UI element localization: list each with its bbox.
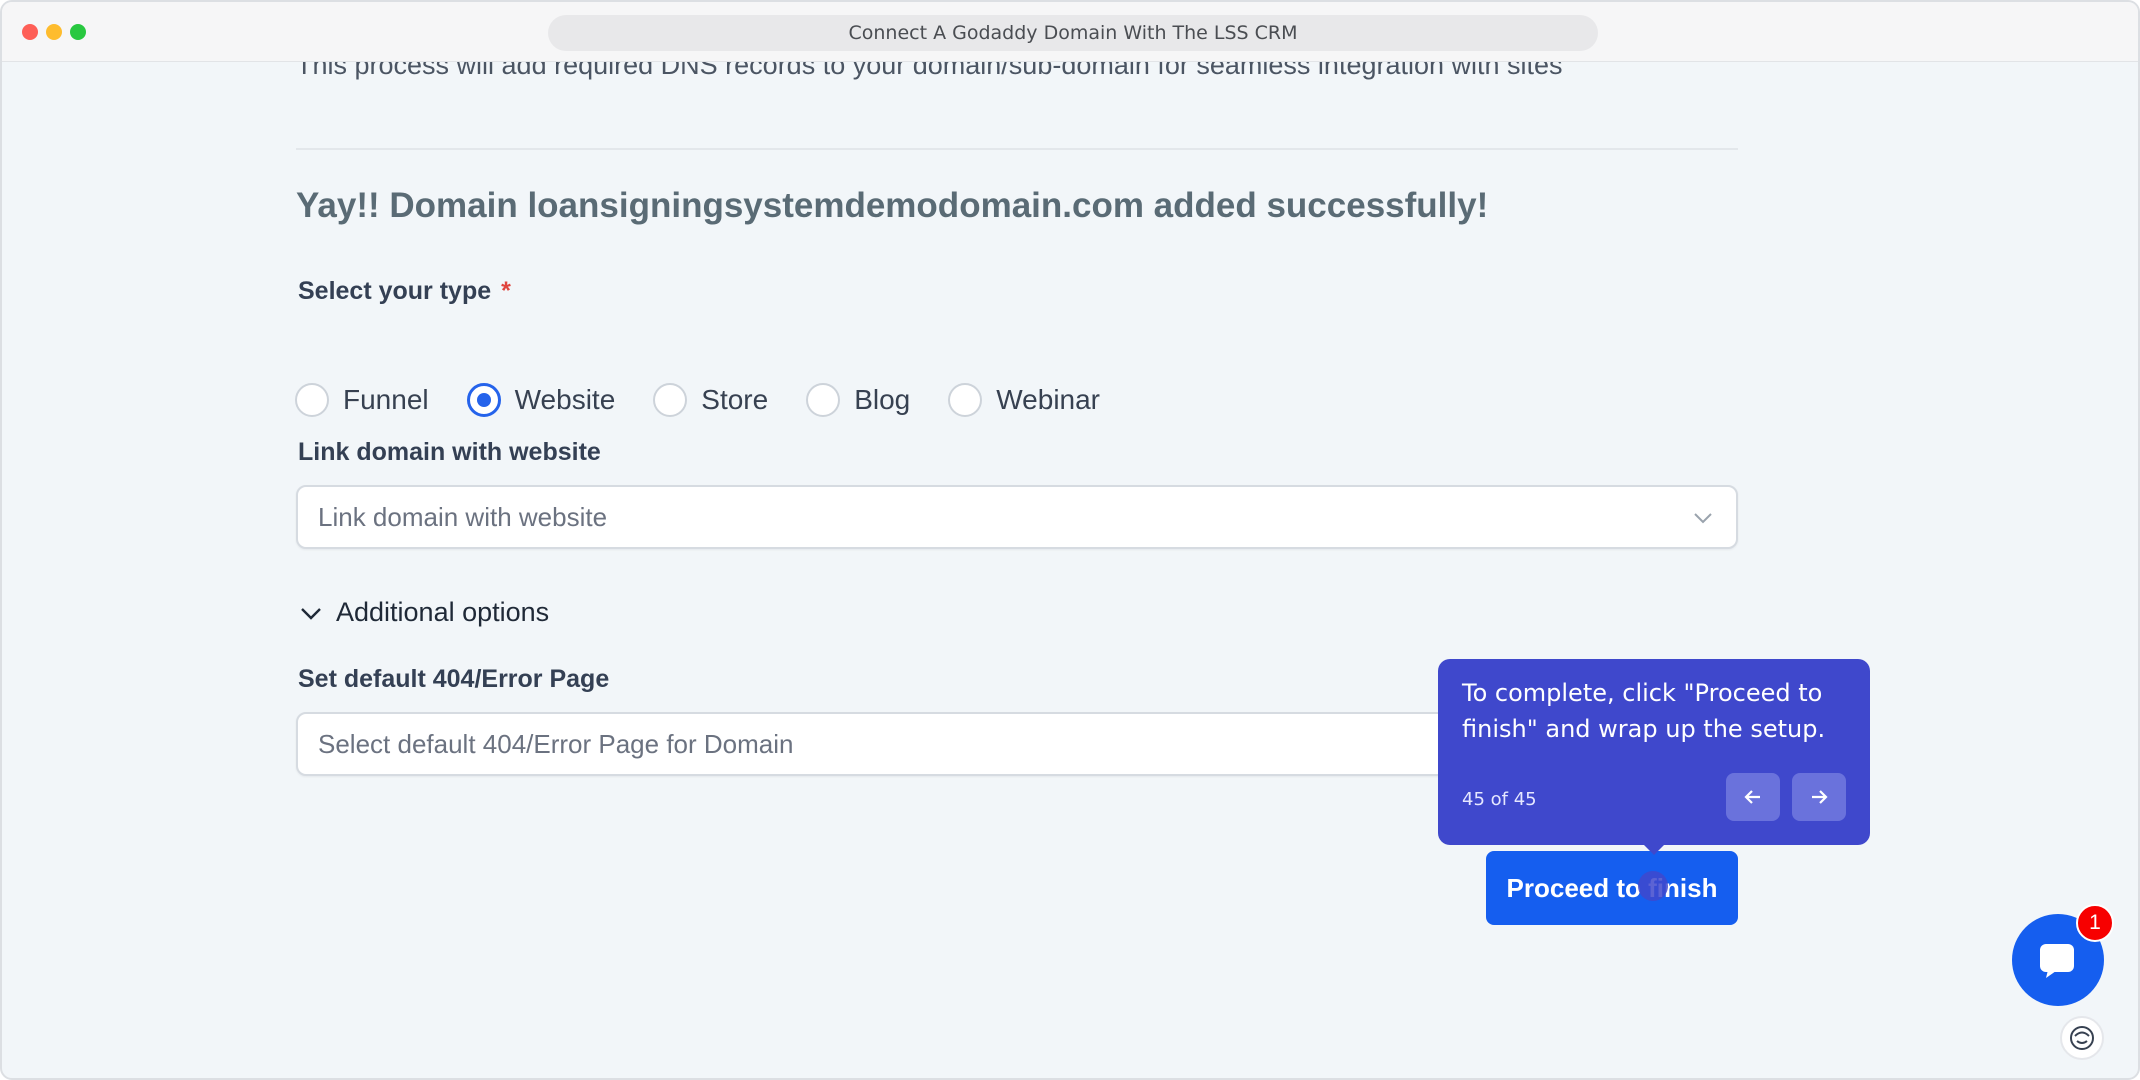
radio-option-store[interactable]: Store (653, 383, 768, 417)
tooltip-text: To complete, click "Proceed to finish" a… (1462, 679, 1826, 743)
chat-notification-badge: 1 (2076, 904, 2114, 942)
radio-webinar[interactable] (948, 383, 983, 417)
error-page-placeholder: Select default 404/Error Page for Domain (318, 728, 794, 759)
chat-bubble-icon (2040, 944, 2074, 978)
type-radio-group: Funnel Website Store Blog Webinar (295, 380, 1138, 420)
browser-window: Connect A Godaddy Domain With The LSS CR… (0, 0, 2140, 1080)
link-domain-label: Link domain with website (298, 438, 601, 466)
radio-website[interactable] (466, 383, 501, 417)
proceed-to-finish-button[interactable]: Proceed to finish (1486, 851, 1738, 925)
title-bar: Connect A Godaddy Domain With The LSS CR… (2, 2, 2138, 62)
close-window-button[interactable] (22, 24, 38, 40)
maximize-window-button[interactable] (70, 24, 86, 40)
minimize-window-button[interactable] (46, 24, 62, 40)
arrow-right-icon (1812, 790, 1828, 804)
tooltip-prev-button[interactable] (1726, 773, 1780, 821)
radio-option-website[interactable]: Website (466, 383, 616, 417)
radio-label-blog: Blog (854, 384, 911, 415)
intro-text: This process will add required DNS recor… (296, 62, 1563, 80)
page-content: This process will add required DNS recor… (2, 62, 2138, 1078)
radio-blog[interactable] (806, 383, 841, 417)
assistant-avatar[interactable] (2060, 1016, 2104, 1060)
arrow-left-icon (1744, 790, 1760, 804)
assistant-face-icon (2070, 1026, 2094, 1050)
radio-label-funnel: Funnel (343, 384, 429, 415)
tooltip-step-counter: 45 of 45 (1462, 789, 1537, 810)
radio-option-blog[interactable]: Blog (806, 383, 910, 417)
additional-options-toggle[interactable]: Additional options (298, 597, 549, 628)
radio-label-store: Store (701, 384, 769, 415)
success-message: Yay!! Domain loansigningsystemdemodomain… (296, 186, 1489, 225)
radio-funnel[interactable] (295, 383, 329, 417)
link-domain-select[interactable]: Link domain with website (296, 485, 1738, 549)
radio-option-webinar[interactable]: Webinar (948, 383, 1100, 417)
link-domain-placeholder: Link domain with website (318, 501, 608, 532)
tour-hotspot[interactable] (1638, 871, 1668, 901)
required-asterisk: * (501, 277, 511, 305)
additional-options-label: Additional options (336, 597, 550, 627)
guide-tooltip: To complete, click "Proceed to finish" a… (1438, 659, 1870, 855)
divider (296, 148, 1738, 150)
chevron-down-icon (301, 607, 321, 620)
error-page-label: Set default 404/Error Page (298, 665, 610, 693)
radio-store[interactable] (653, 383, 688, 417)
tooltip-next-button[interactable] (1792, 773, 1846, 821)
radio-label-website: Website (514, 384, 616, 415)
chevron-down-icon (1694, 513, 1712, 524)
radio-label-webinar: Webinar (996, 384, 1101, 415)
radio-option-funnel[interactable]: Funnel (295, 383, 429, 417)
type-label: Select your type * (298, 277, 511, 305)
address-bar[interactable]: Connect A Godaddy Domain With The LSS CR… (548, 15, 1598, 51)
